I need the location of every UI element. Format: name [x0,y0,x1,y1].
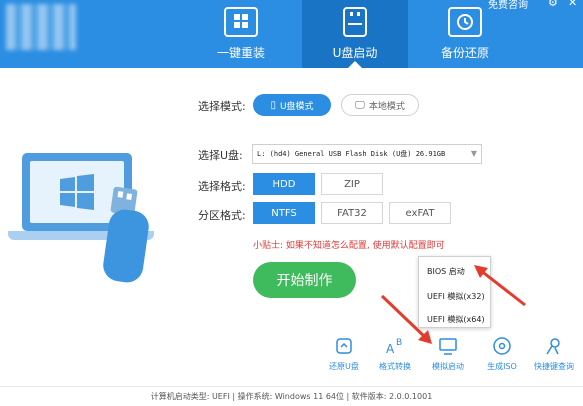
restore-icon [448,7,482,37]
drive-label: 选择U盘: [198,149,243,162]
format-convert-icon: A B [386,338,402,356]
status-footer: 计算机启动类型: UEFI | 操作系统: Windows 11 64位 | 软… [0,386,583,406]
footer-text: 计算机启动类型: UEFI | 操作系统: Windows 11 64位 | 软… [150,392,433,401]
close-icon[interactable]: ✕ [568,0,577,9]
restore-usb-icon [336,338,352,354]
tab-usb-boot[interactable]: U盘启动 [302,0,408,68]
disc-icon [493,337,511,355]
generate-iso-button[interactable]: 生成ISO [480,335,524,372]
tool-label: 格式转换 [379,362,411,371]
tab-label: U盘启动 [332,46,378,60]
hotkey-query-button[interactable]: 快捷键查询 [532,335,576,372]
usb-mode-label: U盘模式 [279,101,314,112]
boot-format-label: 选择格式: [198,180,246,193]
menu-item-bios[interactable]: BIOS 启动 [427,266,465,277]
tab-backup-restore[interactable]: 备份还原 [412,0,518,68]
mode-label: 选择模式: [198,100,246,113]
tab-label: 一键重装 [216,46,265,60]
local-mode-button[interactable]: 🖵 本地模式 [341,94,419,116]
fs-exfat-button[interactable]: exFAT [389,202,451,224]
app-logo [6,4,76,50]
restore-usb-button[interactable]: 还原U盘 [322,335,366,372]
format-hdd-button[interactable]: HDD [253,173,315,195]
tool-label: 生成ISO [487,362,517,371]
monitor-icon [439,338,457,355]
usb-icon: ▯ [270,99,276,111]
format-convert-button[interactable]: A B 格式转换 [373,335,417,372]
format-zip-button[interactable]: ZIP [321,173,383,195]
header-bar: 免费咨询 ⚙ ✕ 一键重装 U盘启动 备份还原 [0,0,583,68]
usb-icon [343,7,367,37]
usb-drive-icon [103,186,149,283]
usb-drive-value: L: (hd4) General USB Flash Disk (U盘) 26.… [257,150,446,158]
monitor-icon: 🖵 [355,99,365,111]
chevron-down-icon: ▼ [470,149,477,158]
search-key-icon [546,338,560,355]
svg-text:A: A [386,342,395,356]
gear-icon[interactable]: ⚙ [548,0,558,9]
windows-icon [224,7,258,37]
fs-fat32-button[interactable]: FAT32 [321,202,383,224]
partition-format-label: 分区格式: [198,209,246,222]
start-button[interactable]: 开始制作 [253,262,356,298]
tool-label: 快捷键查询 [534,362,574,371]
tab-one-click-reinstall[interactable]: 一键重装 [188,0,294,68]
tip-text: 小贴士: 如果不知道怎么配置, 使用默认配置即可 [253,241,445,251]
tool-label: 模拟启动 [432,362,464,371]
fs-ntfs-button[interactable]: NTFS [253,202,315,224]
usb-drive-select[interactable]: L: (hd4) General USB Flash Disk (U盘) 26.… [252,144,482,164]
local-mode-label: 本地模式 [368,101,405,112]
svg-text:B: B [396,338,402,348]
tool-label: 还原U盘 [329,362,359,371]
arrow-annotation-icon [474,265,526,307]
tab-label: 备份还原 [440,46,489,60]
simulate-boot-button[interactable]: 模拟启动 [426,335,470,372]
usb-mode-button[interactable]: ▯ U盘模式 [253,94,331,116]
